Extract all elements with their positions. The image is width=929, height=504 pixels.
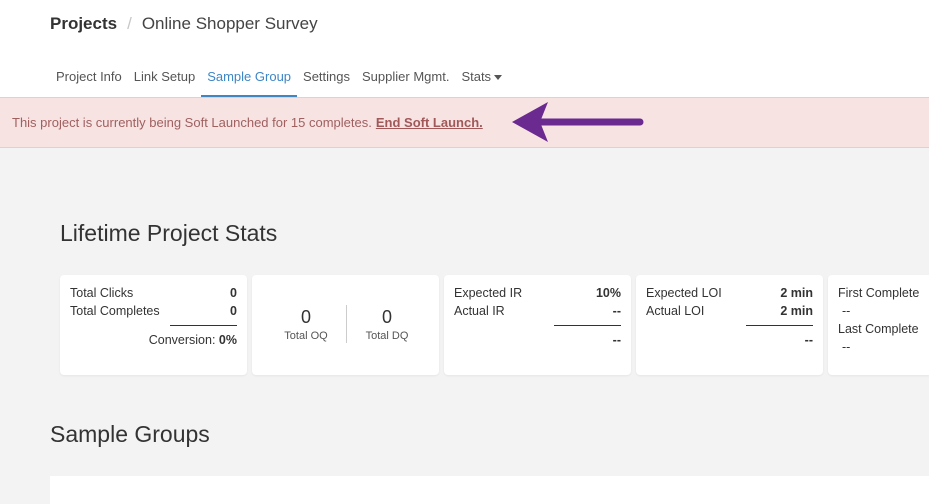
loi-card: Expected LOI 2 min Actual LOI 2 min --: [636, 275, 823, 375]
expected-loi-row: Expected LOI 2 min: [646, 286, 813, 300]
annotation-arrow-icon: [512, 102, 644, 142]
alert-text: This project is currently being Soft Lau…: [12, 115, 372, 130]
ir-diff-row: --: [454, 333, 621, 347]
expected-ir-label: Expected IR: [454, 286, 523, 300]
page-header: Projects / Online Shopper Survey Project…: [0, 0, 929, 97]
loi-diff-row: --: [646, 333, 813, 347]
loi-diff-value: --: [804, 333, 813, 347]
conversion-row: Conversion: 0%: [70, 333, 237, 347]
breadcrumb-separator: /: [127, 14, 132, 33]
breadcrumb-current-project: Online Shopper Survey: [141, 14, 318, 33]
total-completes-row: Total Completes 0: [70, 304, 237, 318]
divider: [170, 325, 237, 326]
tab-settings[interactable]: Settings: [297, 60, 356, 97]
total-clicks-value: 0: [230, 286, 237, 300]
total-oq-label: Total OQ: [284, 330, 328, 342]
sample-groups-title: Sample Groups: [50, 421, 210, 447]
total-completes-value: 0: [230, 304, 237, 318]
total-dq-value: 0: [381, 307, 392, 327]
actual-ir-value: --: [612, 304, 621, 318]
breadcrumb-projects-link[interactable]: Projects: [50, 14, 117, 34]
tab-sample-group[interactable]: Sample Group: [201, 60, 298, 97]
complete-dates-card: First Complete -- Last Complete --: [828, 275, 929, 375]
divider: [746, 325, 813, 326]
breadcrumb: Projects / Online Shopper Survey: [50, 14, 318, 34]
tab-stats-label: Stats: [461, 69, 492, 84]
actual-ir-row: Actual IR --: [454, 304, 621, 318]
last-complete-label: Last Complete: [838, 322, 919, 336]
project-tabs: Project Info Link Setup Sample Group Set…: [50, 60, 508, 97]
total-clicks-label: Total Clicks: [70, 286, 134, 300]
total-dq-label: Total DQ: [365, 330, 409, 342]
actual-loi-label: Actual LOI: [646, 304, 705, 318]
ir-diff-value: --: [612, 333, 621, 347]
conversion-value: 0%: [218, 333, 237, 347]
lifetime-stats-title: Lifetime Project Stats: [60, 220, 278, 246]
ir-card: Expected IR 10% Actual IR -- --: [444, 275, 631, 375]
actual-loi-row: Actual LOI 2 min: [646, 304, 813, 318]
alert-message: This project is currently being Soft Lau…: [12, 115, 483, 130]
conversion-label: Conversion:: [148, 333, 216, 347]
clicks-card: Total Clicks 0 Total Completes 0 Convers…: [60, 275, 247, 375]
divider: [554, 325, 621, 326]
tab-link-setup[interactable]: Link Setup: [128, 60, 201, 97]
total-oq-value: 0: [300, 307, 311, 327]
actual-ir-label: Actual IR: [454, 304, 505, 318]
total-oq: 0 Total OQ: [266, 307, 346, 342]
expected-ir-value: 10%: [595, 286, 621, 300]
total-clicks-row: Total Clicks 0: [70, 286, 237, 300]
expected-ir-row: Expected IR 10%: [454, 286, 621, 300]
caret-down-icon: [494, 75, 503, 81]
total-completes-label: Total Completes: [70, 304, 160, 318]
tab-project-info[interactable]: Project Info: [50, 60, 128, 97]
actual-loi-value: 2 min: [780, 304, 813, 318]
oq-dq-card: 0 Total OQ 0 Total DQ: [252, 275, 439, 375]
total-dq: 0 Total DQ: [347, 307, 427, 342]
tab-supplier-mgmt[interactable]: Supplier Mgmt.: [356, 60, 455, 97]
end-soft-launch-link[interactable]: End Soft Launch.: [376, 115, 483, 130]
tab-stats-dropdown[interactable]: Stats: [455, 60, 508, 97]
last-complete-value: --: [842, 340, 851, 354]
soft-launch-alert: This project is currently being Soft Lau…: [0, 97, 929, 148]
first-complete-label: First Complete: [838, 286, 920, 300]
expected-loi-value: 2 min: [780, 286, 813, 300]
first-complete-value: --: [842, 304, 851, 318]
expected-loi-label: Expected LOI: [646, 286, 722, 300]
sample-groups-panel: [50, 476, 929, 504]
